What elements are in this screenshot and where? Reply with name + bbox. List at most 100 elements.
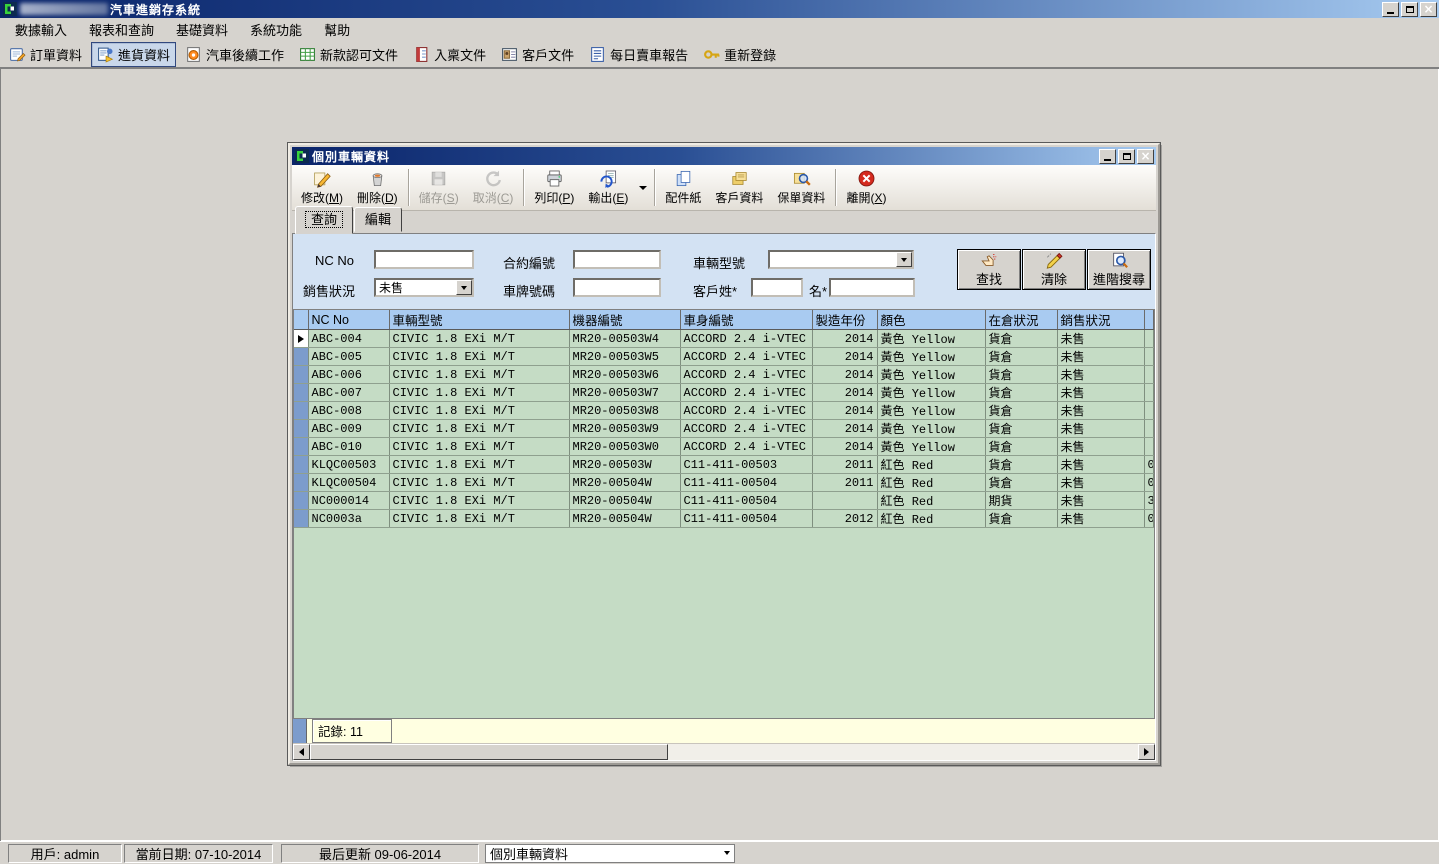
filing-documents-button[interactable]: 入稟文件 — [407, 42, 492, 67]
grid-cell[interactable]: 2012 — [812, 510, 877, 528]
grid-cell[interactable]: 未售 — [1057, 420, 1144, 438]
grid-cell[interactable]: 貨倉 — [985, 420, 1057, 438]
grid-cell[interactable]: 黃色 Yellow — [877, 420, 985, 438]
menu-help[interactable]: 幫助 — [313, 18, 361, 41]
grid-cell[interactable]: CIVIC 1.8 EXi M/T — [389, 384, 569, 402]
column-header[interactable]: 製造年份 — [812, 310, 877, 330]
column-header[interactable]: 在倉狀況 — [985, 310, 1057, 330]
grid-cell[interactable]: 黃色 Yellow — [877, 348, 985, 366]
grid-cell[interactable] — [1144, 402, 1154, 420]
scroll-right-arrow-icon[interactable] — [1138, 744, 1155, 760]
table-row[interactable]: ABC-006CIVIC 1.8 EXi M/TMR20-00503W6ACCO… — [294, 366, 1154, 384]
tab-query[interactable]: 查詢 — [295, 206, 353, 234]
grid-cell[interactable]: ABC-010 — [308, 438, 389, 456]
grid-cell[interactable]: ABC-004 — [308, 330, 389, 348]
row-selector[interactable] — [294, 510, 308, 528]
table-row[interactable]: ABC-009CIVIC 1.8 EXi M/TMR20-00503W9ACCO… — [294, 420, 1154, 438]
grid-cell[interactable]: CIVIC 1.8 EXi M/T — [389, 402, 569, 420]
close-button[interactable]: × — [1420, 2, 1437, 17]
grid-cell[interactable]: 黃色 Yellow — [877, 438, 985, 456]
grid-cell[interactable]: ACCORD 2.4 i-VTEC — [680, 384, 812, 402]
column-header[interactable]: NC No — [308, 310, 389, 330]
grid-cell[interactable]: 未售 — [1057, 492, 1144, 510]
menu-reports-query[interactable]: 報表和查詢 — [78, 18, 165, 41]
advanced-search-button[interactable]: 進階搜尋 — [1087, 249, 1151, 290]
grid-cell[interactable]: ABC-007 — [308, 384, 389, 402]
row-selector[interactable] — [294, 474, 308, 492]
grid-cell[interactable]: 黃色 Yellow — [877, 366, 985, 384]
grid-cell[interactable]: 0 — [1144, 474, 1154, 492]
grid-cell[interactable]: 貨倉 — [985, 330, 1057, 348]
grid-cell[interactable]: 未售 — [1057, 384, 1144, 402]
grid-cell[interactable] — [1144, 366, 1154, 384]
grid-cell[interactable] — [1144, 348, 1154, 366]
grid-cell[interactable]: MR20-00503W5 — [569, 348, 680, 366]
customer-data-button[interactable]: 客戶資料 — [708, 166, 770, 209]
grid-cell[interactable]: CIVIC 1.8 EXi M/T — [389, 456, 569, 474]
grid-cell[interactable]: 未售 — [1057, 438, 1144, 456]
accessories-sheet-button[interactable]: 配件紙 — [658, 166, 708, 209]
clear-button[interactable]: 清除 — [1022, 249, 1086, 290]
grid-cell[interactable]: 2014 — [812, 420, 877, 438]
column-header[interactable]: 車輛型號 — [389, 310, 569, 330]
grid-cell[interactable]: 貨倉 — [985, 366, 1057, 384]
grid-cell[interactable]: ACCORD 2.4 i-VTEC — [680, 438, 812, 456]
vehicle-followup-button[interactable]: 汽車後續工作 — [179, 42, 290, 67]
grid-cell[interactable] — [1144, 438, 1154, 456]
scrollbar-thumb[interactable] — [310, 744, 668, 760]
grid-cell[interactable]: ACCORD 2.4 i-VTEC — [680, 330, 812, 348]
delete-button[interactable]: 刪除(D) — [350, 166, 405, 209]
sale-status-combobox[interactable]: 未售 — [374, 278, 474, 297]
grid-cell[interactable]: 貨倉 — [985, 438, 1057, 456]
grid-cell[interactable]: 2014 — [812, 348, 877, 366]
grid-cell[interactable]: 紅色 Red — [877, 474, 985, 492]
grid-cell[interactable]: ABC-005 — [308, 348, 389, 366]
row-selector[interactable] — [294, 438, 308, 456]
grid-cell[interactable]: ACCORD 2.4 i-VTEC — [680, 348, 812, 366]
customer-surname-input[interactable] — [751, 278, 803, 297]
grid-cell[interactable]: 黃色 Yellow — [877, 402, 985, 420]
purchase-data-button[interactable]: 進貨資料 — [91, 42, 176, 67]
grid-cell[interactable]: 紅色 Red — [877, 492, 985, 510]
grid-cell[interactable]: MR20-00503W8 — [569, 402, 680, 420]
menu-base-data[interactable]: 基礎資料 — [165, 18, 239, 41]
order-data-button[interactable]: 訂單資料 — [3, 42, 88, 67]
grid-cell[interactable]: 未售 — [1057, 402, 1144, 420]
table-row[interactable]: ABC-004CIVIC 1.8 EXi M/TMR20-00503W4ACCO… — [294, 330, 1154, 348]
exit-button[interactable]: 離開(X) — [839, 166, 893, 209]
horizontal-scrollbar[interactable] — [293, 743, 1155, 760]
child-titlebar[interactable]: 個別車輛資料 × — [292, 147, 1156, 165]
grid-cell[interactable]: 貨倉 — [985, 474, 1057, 492]
grid-cell[interactable]: MR20-00503W9 — [569, 420, 680, 438]
grid-cell[interactable]: MR20-00504W — [569, 474, 680, 492]
export-dropdown-caret[interactable] — [635, 166, 651, 209]
current-row-indicator[interactable] — [294, 330, 308, 348]
chevron-down-icon[interactable] — [720, 851, 734, 855]
scroll-left-arrow-icon[interactable] — [293, 744, 310, 760]
grid-cell[interactable]: 貨倉 — [985, 348, 1057, 366]
grid-cell[interactable]: CIVIC 1.8 EXi M/T — [389, 420, 569, 438]
grid-cell[interactable]: KLQC00504 — [308, 474, 389, 492]
cancel-button[interactable]: 取消(C) — [466, 166, 521, 209]
child-close-button[interactable]: × — [1137, 149, 1154, 164]
grid-cell[interactable]: 2014 — [812, 366, 877, 384]
model-combobox[interactable] — [768, 250, 914, 269]
grid-cell[interactable] — [1144, 330, 1154, 348]
grid-cell[interactable] — [1144, 420, 1154, 438]
grid-cell[interactable]: 貨倉 — [985, 384, 1057, 402]
row-selector[interactable] — [294, 492, 308, 510]
grid-cell[interactable]: 2011 — [812, 456, 877, 474]
grid-cell[interactable]: MR20-00504W — [569, 510, 680, 528]
main-titlebar[interactable]: 汽車進銷存系統 × — [0, 0, 1439, 18]
grid-cell[interactable]: ACCORD 2.4 i-VTEC — [680, 420, 812, 438]
grid-cell[interactable]: MR20-00503W6 — [569, 366, 680, 384]
column-header[interactable]: 顏色 — [877, 310, 985, 330]
grid-cell[interactable]: 2014 — [812, 384, 877, 402]
grid-cell[interactable]: 貨倉 — [985, 402, 1057, 420]
grid-cell[interactable]: ABC-006 — [308, 366, 389, 384]
save-button[interactable]: 儲存(S) — [412, 166, 466, 209]
row-selector[interactable] — [294, 420, 308, 438]
grid-cell[interactable]: ABC-008 — [308, 402, 389, 420]
maximize-button[interactable] — [1401, 2, 1418, 17]
grid-cell[interactable]: MR20-00503W7 — [569, 384, 680, 402]
